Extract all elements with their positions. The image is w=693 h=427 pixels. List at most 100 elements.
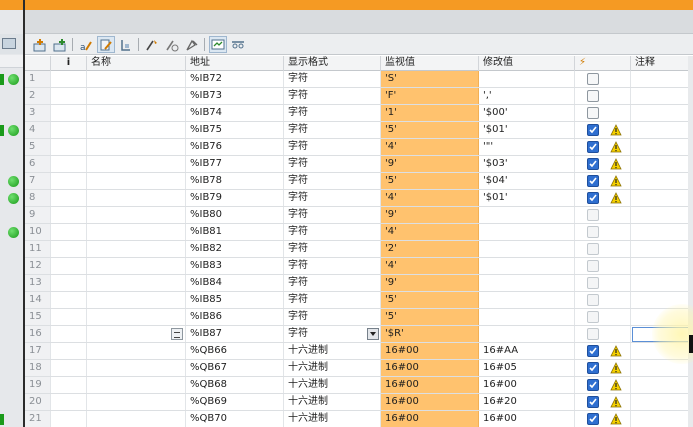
- monitor-all-button[interactable]: [209, 36, 227, 53]
- table-row[interactable]: 2 %IB73 字符 'F' ',': [25, 88, 693, 105]
- modify-checkbox[interactable]: [587, 396, 599, 408]
- address-cell[interactable]: %IB78: [186, 173, 284, 189]
- display-format-cell[interactable]: 字符: [284, 122, 381, 138]
- address-cell[interactable]: %IB74: [186, 105, 284, 121]
- comment-cell[interactable]: [631, 309, 693, 325]
- modify-value-cell[interactable]: [479, 275, 575, 291]
- comment-cell[interactable]: [631, 275, 693, 291]
- address-cell[interactable]: %QB69: [186, 394, 284, 410]
- monitor-once-button[interactable]: [229, 36, 247, 53]
- modify-checkbox[interactable]: [587, 413, 599, 425]
- comment-cell[interactable]: [631, 377, 693, 393]
- force-button[interactable]: [183, 36, 201, 53]
- header-monitor-value[interactable]: 监视值: [381, 56, 479, 71]
- address-cell[interactable]: %QB67: [186, 360, 284, 376]
- row-number[interactable]: 21: [25, 411, 51, 427]
- modify-checkbox[interactable]: [587, 260, 599, 272]
- address-cell[interactable]: %IB76: [186, 139, 284, 155]
- name-cell[interactable]: [87, 71, 186, 87]
- row-number[interactable]: 5: [25, 139, 51, 155]
- rename-button[interactable]: a: [77, 36, 95, 53]
- table-row[interactable]: 6 %IB77 字符 '9' '$03': [25, 156, 693, 173]
- display-format-cell[interactable]: 十六进制: [284, 343, 381, 359]
- display-format-cell[interactable]: 字符: [284, 190, 381, 206]
- row-number[interactable]: 14: [25, 292, 51, 308]
- comment-cell[interactable]: [631, 139, 693, 155]
- row-number[interactable]: 7: [25, 173, 51, 189]
- edit-tag-button[interactable]: [97, 36, 115, 53]
- name-cell[interactable]: [87, 139, 186, 155]
- table-row[interactable]: 9 %IB80 字符 '9': [25, 207, 693, 224]
- name-cell[interactable]: [87, 343, 186, 359]
- row-number[interactable]: 1: [25, 71, 51, 87]
- modify-value-cell[interactable]: '$01': [479, 122, 575, 138]
- table-row[interactable]: 3 %IB74 字符 '1' '$00': [25, 105, 693, 122]
- name-cell[interactable]: [87, 394, 186, 410]
- display-format-cell[interactable]: 字符: [284, 275, 381, 291]
- row-number[interactable]: 16: [25, 326, 51, 342]
- name-cell[interactable]: [87, 309, 186, 325]
- modify-value-cell[interactable]: 16#00: [479, 377, 575, 393]
- table-row[interactable]: 19 %QB68 十六进制 16#00 16#00: [25, 377, 693, 394]
- name-cell[interactable]: [87, 411, 186, 427]
- name-cell[interactable]: [87, 88, 186, 104]
- modify-value-cell[interactable]: [479, 207, 575, 223]
- row-number[interactable]: 2: [25, 88, 51, 104]
- modify-value-cell[interactable]: 16#05: [479, 360, 575, 376]
- name-cell[interactable]: [87, 258, 186, 274]
- table-row[interactable]: 15 %IB86 字符 '5': [25, 309, 693, 326]
- add-row-button[interactable]: [51, 36, 69, 53]
- modify-value-cell[interactable]: '$04': [479, 173, 575, 189]
- display-format-cell[interactable]: 字符: [284, 224, 381, 240]
- modify-value-cell[interactable]: [479, 71, 575, 87]
- modify-now-button[interactable]: [143, 36, 161, 53]
- display-format-cell[interactable]: 字符: [284, 71, 381, 87]
- name-cell[interactable]: [87, 377, 186, 393]
- modify-checkbox[interactable]: [587, 90, 599, 102]
- address-cell[interactable]: %IB82: [186, 241, 284, 257]
- modify-checkbox[interactable]: [587, 345, 599, 357]
- name-cell[interactable]: [87, 173, 186, 189]
- modify-checkbox[interactable]: [587, 294, 599, 306]
- table-row[interactable]: 11 %IB82 字符 '2': [25, 241, 693, 258]
- modify-checkbox[interactable]: [587, 192, 599, 204]
- comment-cell[interactable]: [631, 224, 693, 240]
- name-cell[interactable]: [87, 224, 186, 240]
- display-format-cell[interactable]: 字符: [284, 241, 381, 257]
- modify-checkbox[interactable]: [587, 277, 599, 289]
- table-row[interactable]: 10 %IB81 字符 '4': [25, 224, 693, 241]
- row-number[interactable]: 8: [25, 190, 51, 206]
- display-format-cell[interactable]: 十六进制: [284, 411, 381, 427]
- table-row[interactable]: 17 %QB66 十六进制 16#00 16#AA: [25, 343, 693, 360]
- modify-value-cell[interactable]: [479, 292, 575, 308]
- table-row[interactable]: 21 %QB70 十六进制 16#00 16#00: [25, 411, 693, 427]
- address-cell[interactable]: %IB87: [186, 326, 284, 342]
- display-format-cell[interactable]: 字符: [284, 258, 381, 274]
- display-format-cell[interactable]: 十六进制: [284, 394, 381, 410]
- comment-cell[interactable]: [631, 360, 693, 376]
- modify-value-cell[interactable]: 16#00: [479, 411, 575, 427]
- modify-checkbox[interactable]: [587, 362, 599, 374]
- table-row[interactable]: 12 %IB83 字符 '4': [25, 258, 693, 275]
- header-comment[interactable]: 注释: [631, 56, 693, 71]
- row-number[interactable]: 19: [25, 377, 51, 393]
- modify-value-cell[interactable]: [479, 241, 575, 257]
- comment-cell[interactable]: [631, 241, 693, 257]
- comment-cell[interactable]: [631, 156, 693, 172]
- comment-cell[interactable]: [631, 343, 693, 359]
- modify-value-cell[interactable]: [479, 309, 575, 325]
- comment-cell[interactable]: [631, 394, 693, 410]
- comment-cell[interactable]: [631, 88, 693, 104]
- modify-value-cell[interactable]: '$00': [479, 105, 575, 121]
- name-cell[interactable]: [87, 105, 186, 121]
- modify-checkbox[interactable]: [587, 209, 599, 221]
- row-number[interactable]: 17: [25, 343, 51, 359]
- row-number[interactable]: 6: [25, 156, 51, 172]
- row-number[interactable]: 4: [25, 122, 51, 138]
- address-cell[interactable]: %QB66: [186, 343, 284, 359]
- display-format-cell[interactable]: 十六进制: [284, 360, 381, 376]
- table-row[interactable]: 1 %IB72 字符 'S': [25, 71, 693, 88]
- display-format-cell[interactable]: 字符: [284, 207, 381, 223]
- modify-value-cell[interactable]: [479, 224, 575, 240]
- comment-input[interactable]: [632, 327, 692, 342]
